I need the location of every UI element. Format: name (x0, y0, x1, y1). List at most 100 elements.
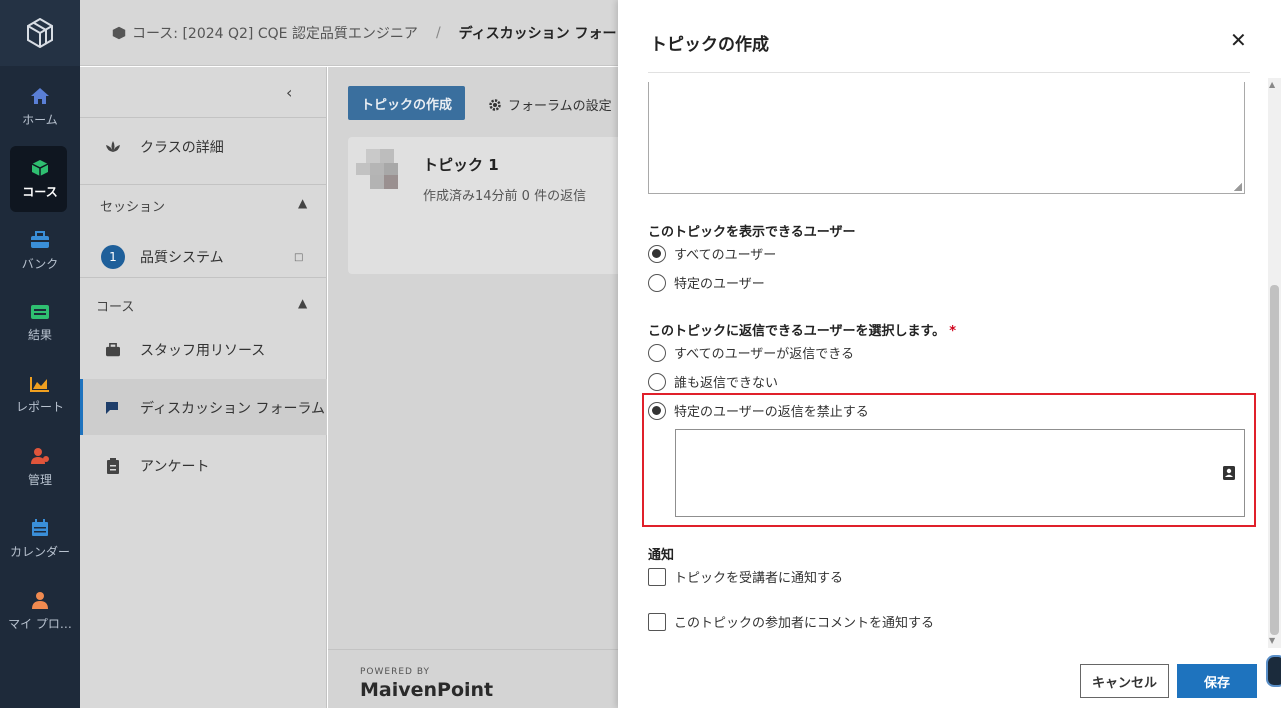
assistant-widget[interactable] (1266, 655, 1281, 687)
powered-by-label: POWERED BY (360, 667, 431, 677)
breadcrumb: コース: [2024 Q2] CQE 認定品質エンジニア / ディスカッション … (112, 23, 644, 43)
rail-label-course: コース (22, 184, 58, 199)
rail-item-results[interactable]: 結果 (0, 290, 80, 356)
checkbox[interactable] (648, 612, 666, 631)
nav-item-discussion-forum[interactable]: ディスカッション フォーラム (80, 398, 327, 418)
rail-item-bank[interactable]: バンク (0, 218, 80, 284)
app-logo[interactable] (0, 0, 80, 66)
left-rail: ホーム コース バンク 結果 レポート 管理 カレンダー マイ プロ… (0, 0, 80, 708)
required-mark: * (949, 324, 956, 339)
save-button[interactable]: 保存 (1177, 664, 1257, 698)
rail-item-home[interactable]: ホーム (0, 74, 80, 140)
clipboard-icon (107, 458, 119, 474)
nav-item-survey[interactable]: アンケート (80, 456, 327, 476)
rail-item-report[interactable]: レポート (0, 362, 80, 428)
radio-label: すべてのユーザーが返信できる (674, 347, 855, 362)
scroll-down-arrow-icon[interactable]: ▼ (1269, 636, 1275, 645)
cube-icon (112, 26, 126, 40)
resize-handle[interactable] (1234, 183, 1242, 191)
notify-option-learners[interactable]: トピックを受講者に通知する (648, 567, 843, 586)
collapse-nav-icon[interactable]: ‹ (286, 83, 292, 102)
checkbox-label: このトピックの参加者にコメントを通知する (674, 616, 935, 631)
breadcrumb-current: ディスカッション フォーラム (458, 26, 645, 42)
reply-option-all[interactable]: すべてのユーザーが返信できる (648, 343, 854, 362)
logo-icon (27, 18, 53, 48)
rail-label-home: ホーム (22, 112, 58, 127)
scrollbar-thumb[interactable] (1270, 285, 1279, 635)
create-topic-button[interactable]: トピックの作成 (348, 86, 465, 120)
reply-permission-label: このトピックに返信できるユーザーを選択します。 * (648, 324, 956, 339)
forum-settings-label: フォーラムの設定 (508, 99, 612, 114)
breadcrumb-course[interactable]: コース: [2024 Q2] CQE 認定品質エンジニア (132, 23, 418, 43)
course-nav: ‹ クラスの詳細 セッション ▲ 1 品質システム □ コース ▲ スタッフ用リ… (80, 67, 327, 708)
session-collapse-icon[interactable]: ▲ (298, 196, 307, 210)
topic-title[interactable]: トピック 1 (423, 154, 499, 175)
blocked-users-picker[interactable] (675, 429, 1245, 517)
address-book-icon[interactable] (1223, 466, 1235, 480)
briefcase-icon (106, 343, 120, 357)
topic-avatar (356, 149, 398, 189)
person-icon (32, 591, 48, 609)
briefcase-icon (31, 230, 49, 248)
nav-item-staff-resources[interactable]: スタッフ用リソース (80, 340, 327, 360)
session-header: セッション (100, 200, 166, 215)
cube-icon (31, 159, 49, 176)
chat-icon (106, 402, 118, 414)
notify-label: 通知 (648, 548, 675, 563)
visibility-option-specific[interactable]: 特定のユーザー (648, 273, 765, 292)
rail-label-calendar: カレンダー (9, 544, 70, 559)
rail-label-admin: 管理 (27, 472, 52, 487)
notify-option-participants[interactable]: このトピックの参加者にコメントを通知する (648, 612, 934, 631)
reply-option-none[interactable]: 誰も返信できない (648, 372, 778, 391)
description-textarea[interactable] (648, 82, 1245, 194)
session-number-badge: 1 (101, 245, 125, 269)
nav-label-class-details: クラスの詳細 (140, 140, 224, 156)
radio-label: 特定のユーザーの返信を禁止する (674, 405, 869, 420)
rail-label-report: レポート (15, 399, 64, 414)
radio-button[interactable] (648, 244, 666, 263)
cancel-button[interactable]: キャンセル (1080, 664, 1169, 698)
nav-label-session-1: 品質システム (140, 250, 224, 266)
drawer-title: トピックの作成 (650, 35, 769, 55)
radio-label: すべてのユーザー (674, 248, 777, 263)
close-icon[interactable]: ✕ (1230, 28, 1247, 52)
radio-button[interactable] (648, 372, 666, 391)
course-collapse-icon[interactable]: ▲ (298, 296, 307, 310)
brand-logo: MaivenPoint (360, 679, 494, 701)
home-icon (31, 87, 49, 104)
reply-option-block-specific[interactable]: 特定のユーザーの返信を禁止する (648, 401, 869, 420)
list-icon (31, 304, 49, 319)
radio-button[interactable] (648, 273, 666, 292)
nav-item-class-details[interactable]: クラスの詳細 (80, 137, 327, 157)
visibility-label: このトピックを表示できるユーザー (648, 225, 856, 240)
visibility-option-all[interactable]: すべてのユーザー (648, 244, 776, 263)
nav-item-session-1[interactable]: 1 品質システム □ (80, 245, 327, 269)
rail-item-profile[interactable]: マイ プロ… (0, 578, 80, 644)
topic-meta: 作成済み14分前 0 件の返信 (423, 189, 587, 204)
rail-label-profile: マイ プロ… (8, 616, 72, 631)
calendar-icon (32, 518, 48, 536)
checkbox-label: トピックを受講者に通知する (674, 571, 844, 586)
course-header: コース (96, 300, 135, 315)
rail-label-results: 結果 (27, 327, 52, 342)
radio-label: 誰も返信できない (674, 376, 779, 391)
radio-button[interactable] (648, 401, 666, 420)
rail-label-bank: バンク (21, 256, 59, 271)
radio-button[interactable] (648, 343, 666, 362)
chart-icon (30, 376, 49, 392)
rail-item-admin[interactable]: 管理 (0, 434, 80, 500)
breadcrumb-separator: / (435, 25, 441, 41)
rail-item-course[interactable]: コース (0, 146, 80, 212)
nav-label-survey: アンケート (140, 459, 210, 475)
create-topic-drawer: トピックの作成 ✕ このトピックを表示できるユーザー すべてのユーザー 特定のユ… (618, 0, 1281, 708)
gear-icon (489, 98, 501, 111)
rail-item-calendar[interactable]: カレンダー (0, 506, 80, 572)
scroll-up-arrow-icon[interactable]: ▲ (1269, 80, 1275, 89)
nav-label-discussion-forum: ディスカッション フォーラム (140, 401, 326, 417)
nav-label-staff-resources: スタッフ用リソース (140, 343, 266, 359)
users-gear-icon (31, 447, 49, 464)
session-status-icon: □ (294, 251, 304, 263)
checkbox[interactable] (648, 567, 666, 586)
lotus-icon (106, 141, 120, 152)
forum-settings-button[interactable]: フォーラムの設定 (488, 95, 612, 114)
